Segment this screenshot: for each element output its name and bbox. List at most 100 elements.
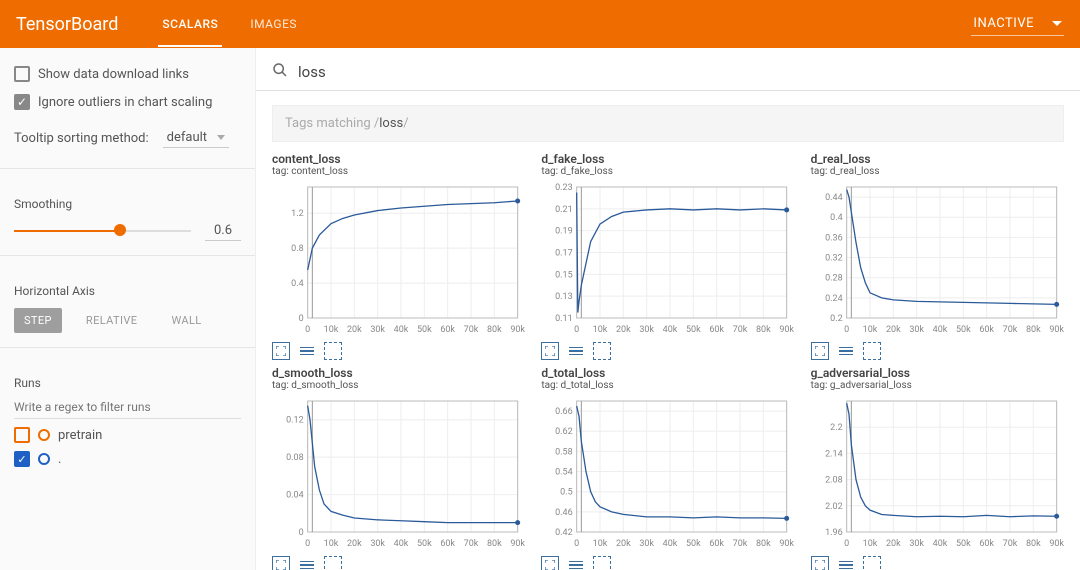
- svg-text:30k: 30k: [640, 539, 655, 549]
- checkbox-checked-icon: ✓: [14, 94, 30, 110]
- svg-text:30k: 30k: [909, 539, 924, 549]
- expand-icon[interactable]: [541, 556, 559, 570]
- ignore-outliers-checkbox[interactable]: ✓ Ignore outliers in chart scaling: [14, 94, 241, 110]
- svg-text:70k: 70k: [1002, 325, 1017, 335]
- search-icon: [272, 62, 288, 82]
- runs-filter-input[interactable]: [14, 396, 241, 419]
- chart-title: g_adversarial_loss: [811, 366, 1064, 380]
- toggle-y-log-icon[interactable]: [298, 342, 316, 360]
- tag-match-bar[interactable]: Tags matching /loss/: [272, 105, 1064, 142]
- svg-text:40k: 40k: [663, 325, 678, 335]
- svg-text:60k: 60k: [710, 539, 725, 549]
- smoothing-slider[interactable]: [14, 229, 191, 233]
- fit-domain-icon[interactable]: [324, 342, 342, 360]
- run-item-default[interactable]: ✓ .: [14, 451, 241, 467]
- svg-text:50k: 50k: [686, 539, 701, 549]
- svg-text:30k: 30k: [909, 325, 924, 335]
- svg-text:80k: 80k: [756, 325, 771, 335]
- svg-text:80k: 80k: [487, 325, 502, 335]
- run-name: pretrain: [58, 428, 102, 443]
- expand-icon[interactable]: [272, 556, 290, 570]
- svg-text:1.2: 1.2: [291, 209, 304, 219]
- svg-text:0.42: 0.42: [555, 528, 573, 538]
- fit-domain-icon[interactable]: [863, 556, 881, 570]
- chart-card: d_total_loss tag: d_total_loss 0.420.460…: [541, 366, 794, 570]
- axis-relative-button[interactable]: RELATIVE: [76, 308, 148, 333]
- svg-text:0.5: 0.5: [560, 488, 573, 498]
- toggle-y-log-icon[interactable]: [837, 342, 855, 360]
- chart-title: d_smooth_loss: [272, 366, 525, 380]
- download-links-checkbox[interactable]: Show data download links: [14, 66, 241, 82]
- tab-scalars[interactable]: SCALARS: [158, 1, 222, 47]
- svg-text:0.11: 0.11: [555, 314, 573, 324]
- svg-text:30k: 30k: [370, 539, 385, 549]
- expand-icon[interactable]: [811, 342, 829, 360]
- svg-text:2.08: 2.08: [825, 476, 843, 486]
- svg-text:80k: 80k: [1026, 539, 1041, 549]
- chart-card: d_smooth_loss tag: d_smooth_loss 00.040.…: [272, 366, 525, 570]
- svg-text:0.62: 0.62: [555, 427, 573, 437]
- horizontal-axis-label: Horizontal Axis: [14, 284, 241, 298]
- chart-title: d_total_loss: [541, 366, 794, 380]
- svg-text:0.58: 0.58: [555, 447, 573, 457]
- smoothing-value-input[interactable]: 0.6: [205, 221, 241, 241]
- chart-card: g_adversarial_loss tag: g_adversarial_lo…: [811, 366, 1064, 570]
- svg-text:0: 0: [574, 325, 579, 335]
- tag-search-input[interactable]: [298, 63, 1064, 81]
- svg-text:0.4: 0.4: [291, 279, 304, 289]
- svg-text:0: 0: [299, 528, 304, 538]
- fit-domain-icon[interactable]: [593, 342, 611, 360]
- svg-text:80k: 80k: [487, 539, 502, 549]
- fit-domain-icon[interactable]: [863, 342, 881, 360]
- svg-text:60k: 60k: [979, 325, 994, 335]
- tab-images[interactable]: IMAGES: [246, 1, 301, 47]
- svg-text:70k: 70k: [733, 325, 748, 335]
- checkbox-checked-icon: ✓: [14, 451, 30, 467]
- run-name: .: [58, 452, 61, 467]
- fit-domain-icon[interactable]: [593, 556, 611, 570]
- tag-match-suffix: /: [403, 116, 408, 131]
- toggle-y-log-icon[interactable]: [567, 556, 585, 570]
- svg-text:0.32: 0.32: [825, 254, 843, 264]
- toggle-y-log-icon[interactable]: [567, 342, 585, 360]
- svg-text:60k: 60k: [979, 539, 994, 549]
- header-tabs: SCALARS IMAGES: [158, 1, 301, 47]
- svg-text:10k: 10k: [324, 325, 339, 335]
- svg-text:90k: 90k: [510, 325, 525, 335]
- svg-text:30k: 30k: [370, 325, 385, 335]
- run-color-dot: [38, 453, 50, 465]
- expand-icon[interactable]: [811, 556, 829, 570]
- svg-text:20k: 20k: [616, 325, 631, 335]
- chart-title: content_loss: [272, 152, 525, 166]
- svg-text:0.28: 0.28: [825, 274, 843, 284]
- tag-search: [256, 48, 1080, 91]
- axis-step-button[interactable]: STEP: [14, 308, 62, 333]
- svg-text:0: 0: [574, 539, 579, 549]
- tooltip-sort-dropdown[interactable]: default: [163, 128, 229, 148]
- svg-text:40k: 40k: [394, 539, 409, 549]
- svg-text:0.08: 0.08: [286, 453, 304, 463]
- fit-domain-icon[interactable]: [324, 556, 342, 570]
- toggle-y-log-icon[interactable]: [837, 556, 855, 570]
- run-item-pretrain[interactable]: pretrain: [14, 427, 241, 443]
- expand-icon[interactable]: [541, 342, 559, 360]
- inactive-dropdown[interactable]: INACTIVE: [971, 12, 1064, 36]
- sidebar: Show data download links ✓ Ignore outlie…: [0, 48, 256, 570]
- svg-text:70k: 70k: [464, 539, 479, 549]
- svg-text:0.13: 0.13: [555, 292, 573, 302]
- chart-card: d_real_loss tag: d_real_loss 0.20.240.28…: [811, 152, 1064, 360]
- svg-text:40k: 40k: [394, 325, 409, 335]
- svg-text:0.17: 0.17: [555, 249, 573, 259]
- toggle-y-log-icon[interactable]: [298, 556, 316, 570]
- svg-text:90k: 90k: [780, 325, 795, 335]
- smoothing-label: Smoothing: [14, 197, 241, 211]
- axis-wall-button[interactable]: WALL: [161, 308, 211, 333]
- download-links-label: Show data download links: [38, 67, 189, 82]
- svg-text:90k: 90k: [780, 539, 795, 549]
- svg-text:60k: 60k: [440, 539, 455, 549]
- expand-icon[interactable]: [272, 342, 290, 360]
- svg-text:60k: 60k: [710, 325, 725, 335]
- svg-text:50k: 50k: [686, 325, 701, 335]
- svg-text:20k: 20k: [616, 539, 631, 549]
- svg-text:50k: 50k: [956, 539, 971, 549]
